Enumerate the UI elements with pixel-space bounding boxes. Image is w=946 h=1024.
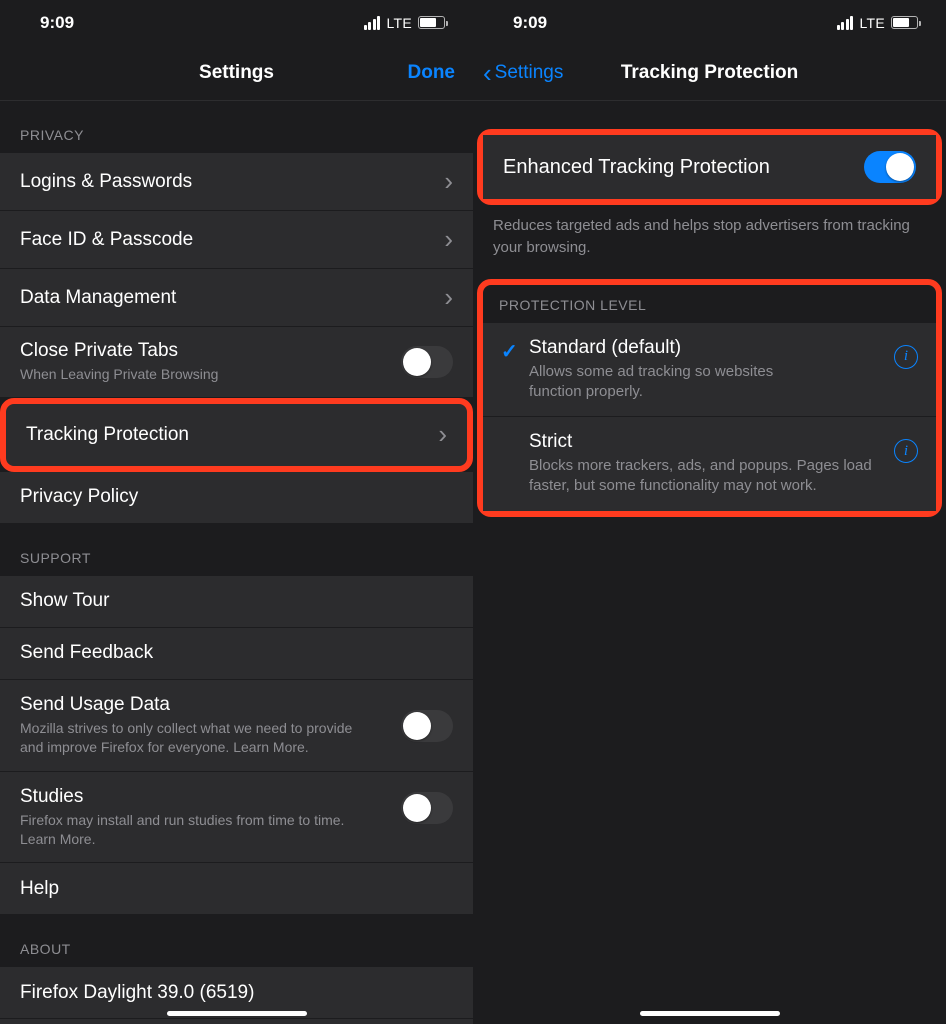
row-label: Help	[20, 878, 453, 900]
etp-description: Reduces targeted ads and helps stop adve…	[473, 205, 946, 275]
battery-icon	[891, 16, 918, 29]
toggle-studies[interactable]	[401, 792, 453, 824]
info-icon[interactable]: i	[894, 439, 918, 463]
nav-title: Settings	[199, 62, 274, 84]
level-desc: Allows some ad tracking so websites func…	[529, 362, 809, 403]
row-licenses[interactable]: Licenses	[0, 1019, 473, 1024]
row-label: Send Feedback	[20, 642, 453, 664]
row-label: Data Management	[20, 287, 444, 309]
row-label: Tracking Protection	[26, 424, 438, 446]
info-icon[interactable]: i	[894, 345, 918, 369]
row-level-strict[interactable]: Strict Blocks more trackers, ads, and po…	[483, 417, 936, 511]
row-label: Face ID & Passcode	[20, 229, 444, 251]
home-indicator[interactable]	[167, 1011, 307, 1016]
row-label: Logins & Passwords	[20, 171, 444, 193]
network-label: LTE	[386, 15, 412, 31]
row-send-feedback[interactable]: Send Feedback	[0, 628, 473, 680]
nav-title: Tracking Protection	[621, 62, 798, 84]
row-level-standard[interactable]: ✓ Standard (default) Allows some ad trac…	[483, 323, 936, 418]
nav-bar-settings: Settings Done	[0, 45, 473, 101]
row-label: Studies	[20, 786, 401, 808]
row-label: Show Tour	[20, 590, 453, 612]
level-title: Strict	[529, 431, 882, 453]
row-studies[interactable]: Studies Firefox may install and run stud…	[0, 772, 473, 864]
level-desc: Blocks more trackers, ads, and popups. P…	[529, 456, 882, 497]
row-label: Send Usage Data	[20, 694, 401, 716]
row-tracking-protection[interactable]: Tracking Protection ›	[0, 398, 473, 472]
settings-screen: 9:09 LTE Settings Done PRIVACY Logins & …	[0, 0, 473, 1024]
toggle-close-private-tabs[interactable]	[401, 346, 453, 378]
etp-label: Enhanced Tracking Protection	[503, 156, 864, 179]
row-subtitle: When Leaving Private Browsing	[20, 365, 401, 384]
back-label: Settings	[495, 62, 564, 84]
row-send-usage-data[interactable]: Send Usage Data Mozilla strives to only …	[0, 680, 473, 772]
chevron-right-icon: ›	[444, 166, 453, 197]
toggle-send-usage-data[interactable]	[401, 710, 453, 742]
status-bar: 9:09 LTE	[473, 0, 946, 45]
row-enhanced-tracking-protection[interactable]: Enhanced Tracking Protection	[483, 135, 936, 199]
row-faceid-passcode[interactable]: Face ID & Passcode ›	[0, 211, 473, 269]
section-header-protection-level: PROTECTION LEVEL	[483, 285, 936, 323]
row-subtitle: Mozilla strives to only collect what we …	[20, 719, 360, 757]
row-label: Firefox Daylight 39.0 (6519)	[20, 982, 453, 1004]
chevron-right-icon: ›	[438, 419, 447, 450]
tracking-protection-screen: 9:09 LTE ‹ Settings Tracking Protection …	[473, 0, 946, 1024]
status-time: 9:09	[40, 13, 74, 33]
row-subtitle: Firefox may install and run studies from…	[20, 811, 360, 849]
row-help[interactable]: Help	[0, 863, 473, 915]
status-bar: 9:09 LTE	[0, 0, 473, 45]
signal-icon	[837, 16, 854, 30]
back-button[interactable]: ‹ Settings	[483, 60, 563, 86]
row-logins-passwords[interactable]: Logins & Passwords ›	[0, 153, 473, 211]
chevron-left-icon: ‹	[483, 60, 492, 86]
done-button[interactable]: Done	[408, 62, 456, 84]
nav-bar-tracking: ‹ Settings Tracking Protection	[473, 45, 946, 101]
row-data-management[interactable]: Data Management ›	[0, 269, 473, 327]
chevron-right-icon: ›	[444, 282, 453, 313]
section-header-about: ABOUT	[0, 915, 473, 967]
chevron-right-icon: ›	[444, 224, 453, 255]
highlighted-protection-level: PROTECTION LEVEL ✓ Standard (default) Al…	[477, 279, 942, 517]
row-show-tour[interactable]: Show Tour	[0, 576, 473, 628]
row-label: Privacy Policy	[20, 486, 453, 508]
battery-icon	[418, 16, 445, 29]
section-header-privacy: PRIVACY	[0, 101, 473, 153]
row-label: Close Private Tabs	[20, 340, 401, 362]
level-title: Standard (default)	[529, 337, 882, 359]
home-indicator[interactable]	[640, 1011, 780, 1016]
row-close-private-tabs[interactable]: Close Private Tabs When Leaving Private …	[0, 327, 473, 398]
row-privacy-policy[interactable]: Privacy Policy	[0, 472, 473, 524]
toggle-enhanced-tracking-protection[interactable]	[864, 151, 916, 183]
network-label: LTE	[859, 15, 885, 31]
signal-icon	[364, 16, 381, 30]
section-header-support: SUPPORT	[0, 524, 473, 576]
highlighted-etp: Enhanced Tracking Protection	[477, 129, 942, 205]
check-icon: ✓	[501, 341, 518, 363]
status-time: 9:09	[513, 13, 547, 33]
